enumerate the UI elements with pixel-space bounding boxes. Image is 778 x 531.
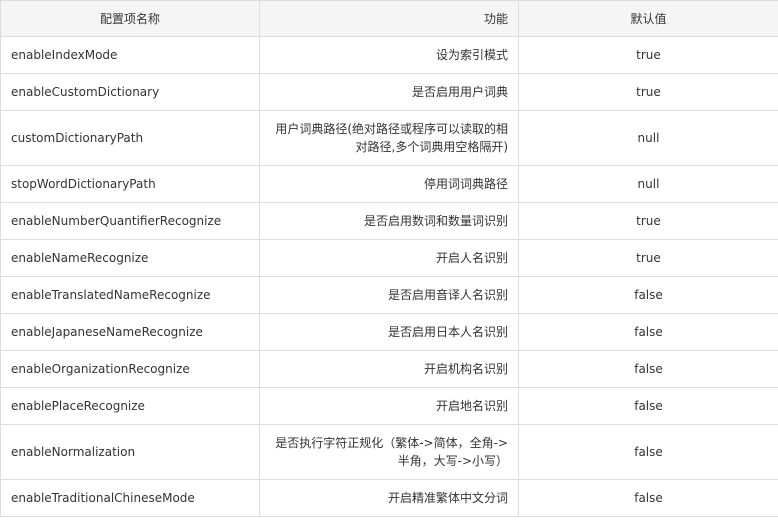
header-function: 功能 [259,0,519,37]
cell-default: false [518,313,778,351]
cell-default: null [518,110,778,166]
cell-default: true [518,73,778,111]
table-row: customDictionaryPath 用户词典路径(绝对路径或程序可以读取的… [0,110,778,166]
cell-name: stopWordDictionaryPath [0,165,260,203]
table-row: stopWordDictionaryPath 停用词词典路径 null [0,165,778,203]
cell-name: enableNumberQuantifierRecognize [0,202,260,240]
cell-name: enableIndexMode [0,36,260,74]
cell-function: 停用词词典路径 [259,165,519,203]
table-row: enableNameRecognize 开启人名识别 true [0,239,778,277]
header-default: 默认值 [518,0,778,37]
cell-name: enableCustomDictionary [0,73,260,111]
cell-function: 是否执行字符正规化（繁体->简体，全角->半角，大写->小写） [259,424,519,480]
cell-default: true [518,202,778,240]
cell-function: 是否启用用户词典 [259,73,519,111]
config-table: 配置项名称 功能 默认值 enableIndexMode 设为索引模式 true… [0,0,778,517]
table-row: enableNumberQuantifierRecognize 是否启用数词和数… [0,202,778,240]
cell-default: false [518,276,778,314]
cell-name: enableTraditionalChineseMode [0,479,260,517]
table-row: enableIndexMode 设为索引模式 true [0,36,778,74]
cell-function: 开启精准繁体中文分词 [259,479,519,517]
table-row: enableTranslatedNameRecognize 是否启用音译人名识别… [0,276,778,314]
cell-default: false [518,424,778,480]
cell-name: enablePlaceRecognize [0,387,260,425]
table-row: enableJapaneseNameRecognize 是否启用日本人名识别 f… [0,313,778,351]
table-header-row: 配置项名称 功能 默认值 [0,0,778,37]
table-row: enablePlaceRecognize 开启地名识别 false [0,387,778,425]
cell-function: 设为索引模式 [259,36,519,74]
cell-default: false [518,387,778,425]
cell-default: null [518,165,778,203]
table-row: enableNormalization 是否执行字符正规化（繁体->简体，全角-… [0,424,778,480]
cell-name: enableNameRecognize [0,239,260,277]
cell-name: enableJapaneseNameRecognize [0,313,260,351]
cell-name: customDictionaryPath [0,110,260,166]
cell-default: false [518,350,778,388]
table-row: enableTraditionalChineseMode 开启精准繁体中文分词 … [0,479,778,517]
table-row: enableCustomDictionary 是否启用用户词典 true [0,73,778,111]
cell-function: 开启机构名识别 [259,350,519,388]
cell-name: enableTranslatedNameRecognize [0,276,260,314]
cell-default: true [518,36,778,74]
cell-default: false [518,479,778,517]
cell-function: 用户词典路径(绝对路径或程序可以读取的相对路径,多个词典用空格隔开) [259,110,519,166]
table-row: enableOrganizationRecognize 开启机构名识别 fals… [0,350,778,388]
cell-function: 是否启用日本人名识别 [259,313,519,351]
cell-function: 开启人名识别 [259,239,519,277]
cell-name: enableOrganizationRecognize [0,350,260,388]
cell-function: 是否启用音译人名识别 [259,276,519,314]
header-name: 配置项名称 [0,0,260,37]
cell-name: enableNormalization [0,424,260,480]
cell-default: true [518,239,778,277]
cell-function: 开启地名识别 [259,387,519,425]
cell-function: 是否启用数词和数量词识别 [259,202,519,240]
